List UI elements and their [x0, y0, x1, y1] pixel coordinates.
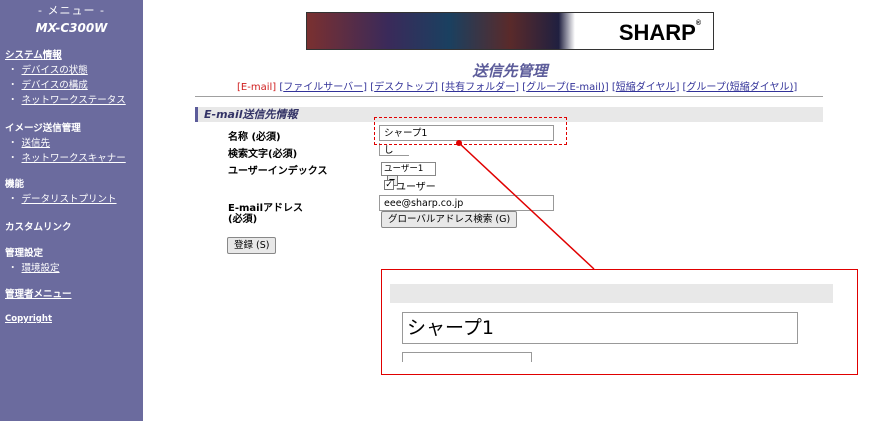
user-checkbox[interactable]: ✓ — [384, 180, 394, 190]
email-required-label: (必須) — [228, 214, 258, 225]
name-label: 名称 (必須) — [228, 132, 281, 143]
user-index-select[interactable]: ユーザー1 — [381, 162, 436, 186]
menu-title: - メニュー - — [38, 4, 105, 17]
destination-tabs: [E-mail] [ファイルサーバー] [デスクトップ] [共有フォルダー] [… — [237, 78, 797, 93]
sidebar-item-label[interactable]: 送信先 — [22, 138, 51, 149]
tab-label[interactable]: デスクトップ — [374, 82, 434, 93]
sidebar-item-label[interactable]: データリストプリント — [22, 194, 117, 205]
zoom-callout: シャープ1 — [381, 269, 858, 375]
sidebar-admin-settings: 管理設定 — [5, 248, 44, 259]
tab-label[interactable]: ファイルサーバー — [283, 82, 363, 93]
user-checkbox-label: ユーザー — [396, 182, 436, 193]
sidebar-menu: - メニュー - MX-C300W システム情報 ・デバイスの状態 ・デバイスの… — [0, 0, 143, 421]
user-index-value: ユーザー1 — [384, 164, 424, 174]
section-title: E-mail送信先情報 — [204, 108, 298, 121]
sharp-logo-text: SHARP — [618, 20, 696, 45]
sidebar-item-label[interactable]: デバイスの構成 — [22, 80, 88, 91]
tab-desktop[interactable]: [デスクトップ] — [370, 82, 438, 93]
sidebar-system-info[interactable]: システム情報 — [5, 47, 143, 61]
tab-label[interactable]: 短縮ダイヤル — [616, 82, 676, 93]
sidebar-item-label[interactable]: 環境設定 — [22, 263, 60, 274]
tab-divider — [195, 96, 823, 97]
sidebar-image-send: イメージ送信管理 — [5, 123, 81, 134]
tab-email[interactable]: [E-mail] — [237, 82, 276, 93]
sidebar-item-label[interactable]: ネットワークスキャナー — [22, 153, 126, 164]
tab-group-email[interactable]: [グループ(E-mail)] — [522, 82, 608, 93]
sidebar-item-device-status[interactable]: ・デバイスの状態 — [8, 62, 143, 76]
sidebar-item-device-config[interactable]: ・デバイスの構成 — [8, 77, 143, 91]
tab-shared-folder[interactable]: [共有フォルダー] — [441, 82, 519, 93]
tab-group-speed-dial[interactable]: [グループ(短縮ダイヤル)] — [683, 82, 798, 93]
tab-file-server[interactable]: [ファイルサーバー] — [279, 82, 367, 93]
sidebar-item-network-scanner[interactable]: ・ネットワークスキャナー — [8, 150, 143, 164]
registered-mark: ® — [695, 20, 701, 27]
sidebar-item-data-list-print[interactable]: ・データリストプリント — [8, 191, 143, 205]
sharp-logo: SHARP® — [619, 20, 701, 46]
sidebar-item-label[interactable]: ネットワークステータス — [22, 95, 126, 106]
zoom-name-input: シャープ1 — [402, 312, 798, 344]
sidebar-admin-menu[interactable]: 管理者メニュー — [5, 286, 143, 300]
model-name: MX-C300W — [35, 21, 108, 35]
sidebar-item-label[interactable]: デバイスの状態 — [22, 65, 88, 76]
zoom-section-bar — [390, 284, 833, 303]
sidebar-functions: 機能 — [5, 179, 25, 190]
sharp-banner: SHARP® — [306, 12, 714, 50]
tab-label[interactable]: E-mail — [241, 82, 272, 93]
tab-label[interactable]: 共有フォルダー — [445, 82, 515, 93]
tab-label[interactable]: グループ(E-mail) — [526, 82, 605, 93]
sidebar-item-environment[interactable]: ・環境設定 — [8, 260, 143, 274]
sidebar-item-network-status[interactable]: ・ネットワークステータス — [8, 92, 143, 106]
register-button[interactable]: 登録 (S) — [227, 237, 277, 254]
search-label: 検索文字(必須) — [228, 149, 298, 160]
tab-label[interactable]: グループ(短縮ダイヤル) — [686, 82, 793, 93]
email-input[interactable]: eee@sharp.co.jp — [379, 195, 554, 211]
sidebar-item-destination[interactable]: ・送信先 — [8, 135, 143, 149]
zoom-search-input — [402, 352, 532, 362]
copyright-link[interactable]: Copyright — [5, 314, 143, 324]
name-field-highlight — [374, 117, 567, 145]
sidebar-custom-link: カスタムリンク — [5, 222, 72, 233]
tab-speed-dial[interactable]: [短縮ダイヤル] — [612, 82, 680, 93]
global-address-search-button[interactable]: グローバルアドレス検索 (G) — [381, 211, 518, 228]
user-index-label: ユーザーインデックス — [228, 166, 328, 177]
